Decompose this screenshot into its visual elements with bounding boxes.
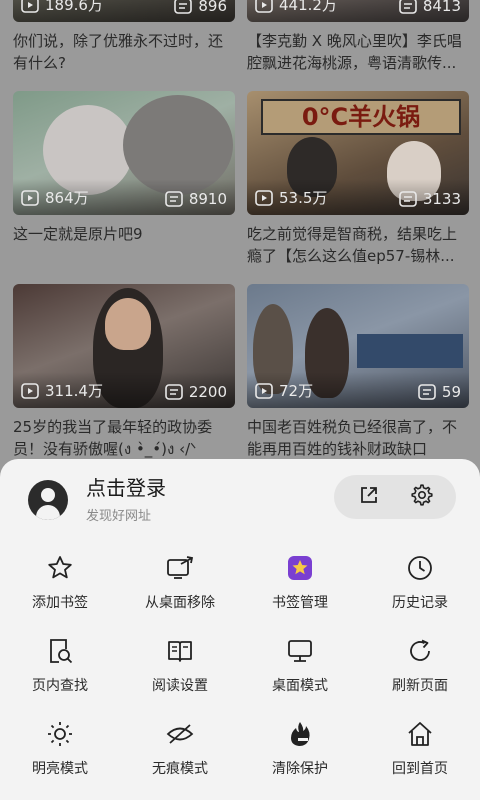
sun-icon (45, 719, 75, 749)
bookmark-manager-label: 书签管理 (272, 595, 328, 611)
find-in-page-icon (45, 636, 75, 666)
comment-count: 59 (441, 383, 461, 401)
video-card[interactable]: 72万 59 中国老百姓税负已经很高了，不能再用百姓的钱补财政缺口 (247, 284, 469, 460)
desktop-mode-button[interactable]: 桌面模式 (240, 636, 360, 695)
incognito-mode-label: 无痕模式 (152, 761, 208, 777)
video-thumbnail[interactable]: 311.4万 2200 (13, 284, 235, 408)
find-in-page-label: 页内查找 (32, 678, 88, 694)
add-bookmark-button[interactable]: 添加书签 (0, 553, 120, 612)
browser-menu-sheet: 点击登录 发现好网址 添加书签 从桌面移除 书签管理 历史记录 页内查找 阅读设… (0, 459, 480, 800)
bookmark-manager-icon (285, 553, 315, 583)
video-card[interactable]: 441.2万 8413 【李克勤 X 晚风心里吹】李氏唱腔飘进花海桃源，粤语清歌… (247, 0, 469, 74)
refresh-button[interactable]: 刷新页面 (360, 636, 480, 695)
settings-button[interactable] (402, 477, 442, 517)
play-count: 72万 (279, 382, 314, 400)
danmaku-icon (399, 0, 417, 14)
remove-from-desktop-label: 从桌面移除 (145, 595, 215, 611)
clear-protection-button[interactable]: 清除保护 (240, 719, 360, 778)
home-label: 回到首页 (392, 761, 448, 777)
incognito-mode-button[interactable]: 无痕模式 (120, 719, 240, 778)
video-title[interactable]: 中国老百姓税负已经很高了，不能再用百姓的钱补财政缺口 (247, 416, 469, 460)
login-title[interactable]: 点击登录 (86, 475, 166, 501)
share-button[interactable] (349, 477, 389, 517)
reading-settings-label: 阅读设置 (152, 678, 208, 694)
comment-count: 2200 (188, 383, 227, 401)
reading-settings-button[interactable]: 阅读设置 (120, 636, 240, 695)
video-thumbnail[interactable]: 864万 8910 (13, 91, 235, 215)
history-label: 历史记录 (392, 595, 448, 611)
video-title[interactable]: 你们说，除了优雅永不过时，还有什么? (13, 30, 235, 74)
fire-icon (285, 719, 315, 749)
video-thumbnail[interactable]: 0°C羊火锅 53.5万 3133 (247, 91, 469, 215)
play-count-icon (255, 189, 273, 206)
comment-count: 3133 (422, 190, 461, 208)
clear-protection-label: 清除保护 (272, 761, 328, 777)
share-icon (358, 484, 380, 510)
desktop-remove-icon (165, 553, 195, 583)
play-count-icon (21, 0, 39, 13)
login-subtitle: 发现好网址 (86, 509, 152, 524)
video-thumbnail[interactable]: 72万 59 (247, 284, 469, 408)
play-count: 864万 (45, 189, 89, 207)
play-count: 53.5万 (279, 189, 328, 207)
play-count: 311.4万 (45, 382, 103, 400)
video-title[interactable]: 【李克勤 X 晚风心里吹】李氏唱腔飘进花海桃源，粤语清歌传... (247, 30, 469, 74)
video-title[interactable]: 25岁的我当了最年轻的政协委员！没有骄傲喔(ง •̀_•́)ง ‹/ᐠ (13, 416, 235, 460)
danmaku-icon (418, 384, 436, 400)
light-mode-label: 明亮模式 (32, 761, 88, 777)
refresh-icon (405, 636, 435, 666)
light-mode-button[interactable]: 明亮模式 (0, 719, 120, 778)
avatar[interactable] (28, 479, 68, 520)
play-count-icon (255, 382, 273, 399)
refresh-label: 刷新页面 (392, 678, 448, 694)
bookmark-manager-button[interactable]: 书签管理 (240, 553, 360, 612)
danmaku-icon (174, 0, 193, 14)
gear-icon (410, 484, 433, 510)
comment-count: 8413 (422, 0, 461, 15)
video-thumbnail[interactable]: 441.2万 8413 (247, 0, 469, 22)
find-in-page-button[interactable]: 页内查找 (0, 636, 120, 695)
play-count-icon (21, 382, 39, 399)
clock-icon (405, 553, 435, 583)
remove-from-desktop-button[interactable]: 从桌面移除 (120, 553, 240, 612)
book-icon (165, 636, 195, 666)
incognito-icon (165, 719, 195, 749)
video-card[interactable]: 311.4万 2200 25岁的我当了最年轻的政协委员！没有骄傲喔(ง •̀_•… (13, 284, 235, 460)
history-button[interactable]: 历史记录 (360, 553, 480, 612)
video-card[interactable]: 189.6万 896 你们说，除了优雅永不过时，还有什么? (13, 0, 235, 74)
video-card[interactable]: 864万 8910 这一定就是原片吧9 (13, 91, 235, 267)
video-card[interactable]: 0°C羊火锅 53.5万 3133 吃之前觉得是智商税，结果吃上瘾了【怎么这么值… (247, 91, 469, 267)
danmaku-icon (165, 191, 183, 207)
star-icon (45, 553, 75, 583)
play-count: 441.2万 (279, 0, 337, 14)
home-icon (405, 719, 435, 749)
danmaku-icon (165, 384, 183, 400)
play-count: 189.6万 (45, 0, 103, 14)
play-count-icon (21, 189, 39, 206)
video-title[interactable]: 吃之前觉得是智商税，结果吃上瘾了【怎么这么值ep57-锡林... (247, 223, 469, 267)
menu-quick-actions (334, 475, 456, 519)
login-area[interactable]: 点击登录 发现好网址 (28, 475, 166, 524)
danmaku-icon (399, 191, 417, 207)
add-bookmark-label: 添加书签 (32, 595, 88, 611)
home-button[interactable]: 回到首页 (360, 719, 480, 778)
comment-count: 8910 (188, 190, 227, 208)
comment-count: 896 (198, 0, 227, 15)
desktop-mode-label: 桌面模式 (272, 678, 328, 694)
play-count-icon (255, 0, 273, 13)
video-title[interactable]: 这一定就是原片吧9 (13, 223, 235, 267)
monitor-icon (285, 636, 315, 666)
video-thumbnail[interactable]: 189.6万 896 (13, 0, 235, 22)
thumbnail-poster-text: 0°C羊火锅 (261, 99, 461, 135)
